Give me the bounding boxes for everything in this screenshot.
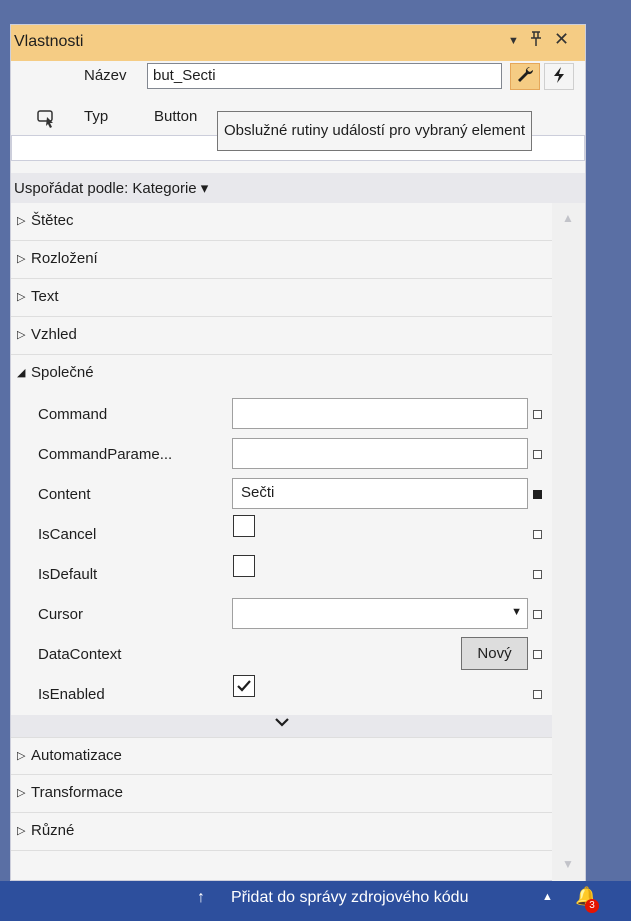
caret-up-icon: ▲ xyxy=(542,891,553,903)
sort-label: Uspořádat podle: Kategorie ▾ xyxy=(14,180,209,197)
category-vzhled[interactable]: ▷ Vzhled xyxy=(11,317,552,355)
vertical-scrollbar[interactable]: ▲ ▼ xyxy=(552,203,585,881)
prop-name: IsEnabled xyxy=(38,686,105,703)
chevron-down-icon xyxy=(274,715,290,732)
expand-arrow-icon: ▷ xyxy=(17,215,26,227)
chevron-down-icon: ▼ xyxy=(511,606,522,618)
prop-name: IsCancel xyxy=(38,526,97,543)
type-label: Typ xyxy=(84,108,109,125)
prop-name: Cursor xyxy=(38,606,84,623)
commandparameter-input[interactable] xyxy=(232,438,528,469)
category-label: Vzhled xyxy=(31,326,77,343)
category-label: Transformace xyxy=(31,784,123,801)
name-label: Název xyxy=(84,67,127,84)
status-bar: ↑ Přidat do správy zdrojového kódu ▲ 🔔 3 xyxy=(0,881,631,921)
new-datacontext-button[interactable]: Nový xyxy=(461,637,528,670)
advanced-options-marker[interactable] xyxy=(533,690,542,699)
isenabled-checkbox[interactable] xyxy=(233,675,255,697)
prop-name: IsDefault xyxy=(38,566,98,583)
sort-label-text: Uspořádat podle: Kategorie xyxy=(14,180,197,197)
command-input[interactable] xyxy=(232,398,528,429)
prop-name: Content xyxy=(38,486,91,503)
add-to-source-control-button[interactable]: Přidat do správy zdrojového kódu xyxy=(231,889,468,907)
dropdown-icon[interactable]: ▼ xyxy=(508,35,519,47)
category-label: Různé xyxy=(31,822,75,839)
expand-arrow-icon: ▷ xyxy=(17,253,26,265)
category-label: Štětec xyxy=(31,212,74,229)
arrow-up-icon: ↑ xyxy=(197,889,205,906)
wrench-icon xyxy=(515,65,535,89)
category-rozlozeni[interactable]: ▷ Rozložení xyxy=(11,241,552,279)
prop-name: Command xyxy=(38,406,108,423)
selection-tool-icon xyxy=(37,109,55,128)
prop-cursor: Cursor ▼ xyxy=(11,595,552,635)
expand-arrow-icon: ▷ xyxy=(17,750,26,762)
pin-icon[interactable] xyxy=(529,31,543,52)
prop-isdefault: IsDefault xyxy=(11,555,552,595)
category-automatizace[interactable]: ▷ Automatizace xyxy=(11,737,552,775)
properties-panel: Vlastnosti ▼ ✕ Název but_Secti Typ Butto… xyxy=(10,24,586,881)
advanced-options-marker[interactable] xyxy=(533,530,542,539)
show-more-expander[interactable] xyxy=(11,715,552,737)
prop-name: CommandParame... xyxy=(38,446,173,463)
category-label: Společné xyxy=(31,364,94,381)
advanced-options-marker[interactable] xyxy=(533,490,542,499)
panel-titlebar: Vlastnosti ▼ ✕ xyxy=(11,25,585,61)
category-ruzne[interactable]: ▷ Různé xyxy=(11,813,552,851)
advanced-options-marker[interactable] xyxy=(533,650,542,659)
scroll-down-icon[interactable]: ▼ xyxy=(562,857,574,871)
category-transformace[interactable]: ▷ Transformace xyxy=(11,775,552,813)
isdefault-checkbox[interactable] xyxy=(233,555,255,577)
lightning-icon xyxy=(552,66,566,88)
expand-arrow-icon: ▷ xyxy=(17,825,26,837)
prop-commandparameter: CommandParame... xyxy=(11,435,552,475)
cursor-select[interactable]: ▼ xyxy=(232,598,528,629)
panel-title: Vlastnosti xyxy=(14,33,84,50)
type-value: Button xyxy=(154,108,198,125)
category-label: Rozložení xyxy=(31,250,98,267)
prop-content: Content Sečti xyxy=(11,475,552,515)
expand-arrow-icon: ▷ xyxy=(17,329,26,341)
sort-bar[interactable]: Uspořádat podle: Kategorie ▾ xyxy=(11,173,585,203)
prop-isenabled: IsEnabled xyxy=(11,675,552,715)
name-field[interactable]: but_Secti xyxy=(147,63,502,89)
content-input[interactable]: Sečti xyxy=(232,478,528,509)
properties-view-button[interactable] xyxy=(510,63,540,90)
expand-arrow-icon: ▷ xyxy=(17,787,26,799)
category-label: Text xyxy=(31,288,59,305)
close-icon[interactable]: ✕ xyxy=(554,29,569,50)
iscancel-checkbox[interactable] xyxy=(233,515,255,537)
events-view-button[interactable] xyxy=(544,63,574,90)
prop-iscancel: IsCancel xyxy=(11,515,552,555)
expand-arrow-icon: ▷ xyxy=(17,291,26,303)
category-spolecne[interactable]: ◢ Společné xyxy=(11,355,552,393)
category-stetec[interactable]: ▷ Štětec xyxy=(11,203,552,241)
advanced-options-marker[interactable] xyxy=(533,450,542,459)
advanced-options-marker[interactable] xyxy=(533,410,542,419)
collapse-arrow-icon: ◢ xyxy=(17,367,26,379)
prop-name: DataContext xyxy=(38,646,122,663)
notification-badge: 3 xyxy=(585,899,599,913)
window-background xyxy=(0,0,631,24)
scroll-up-icon[interactable]: ▲ xyxy=(562,211,574,225)
category-label: Automatizace xyxy=(31,747,122,764)
events-tooltip: Obslužné rutiny událostí pro vybraný ele… xyxy=(217,111,532,151)
prop-datacontext: DataContext Nový xyxy=(11,635,552,675)
advanced-options-marker[interactable] xyxy=(533,570,542,579)
prop-command: Command xyxy=(11,395,552,435)
category-text[interactable]: ▷ Text xyxy=(11,279,552,317)
advanced-options-marker[interactable] xyxy=(533,610,542,619)
